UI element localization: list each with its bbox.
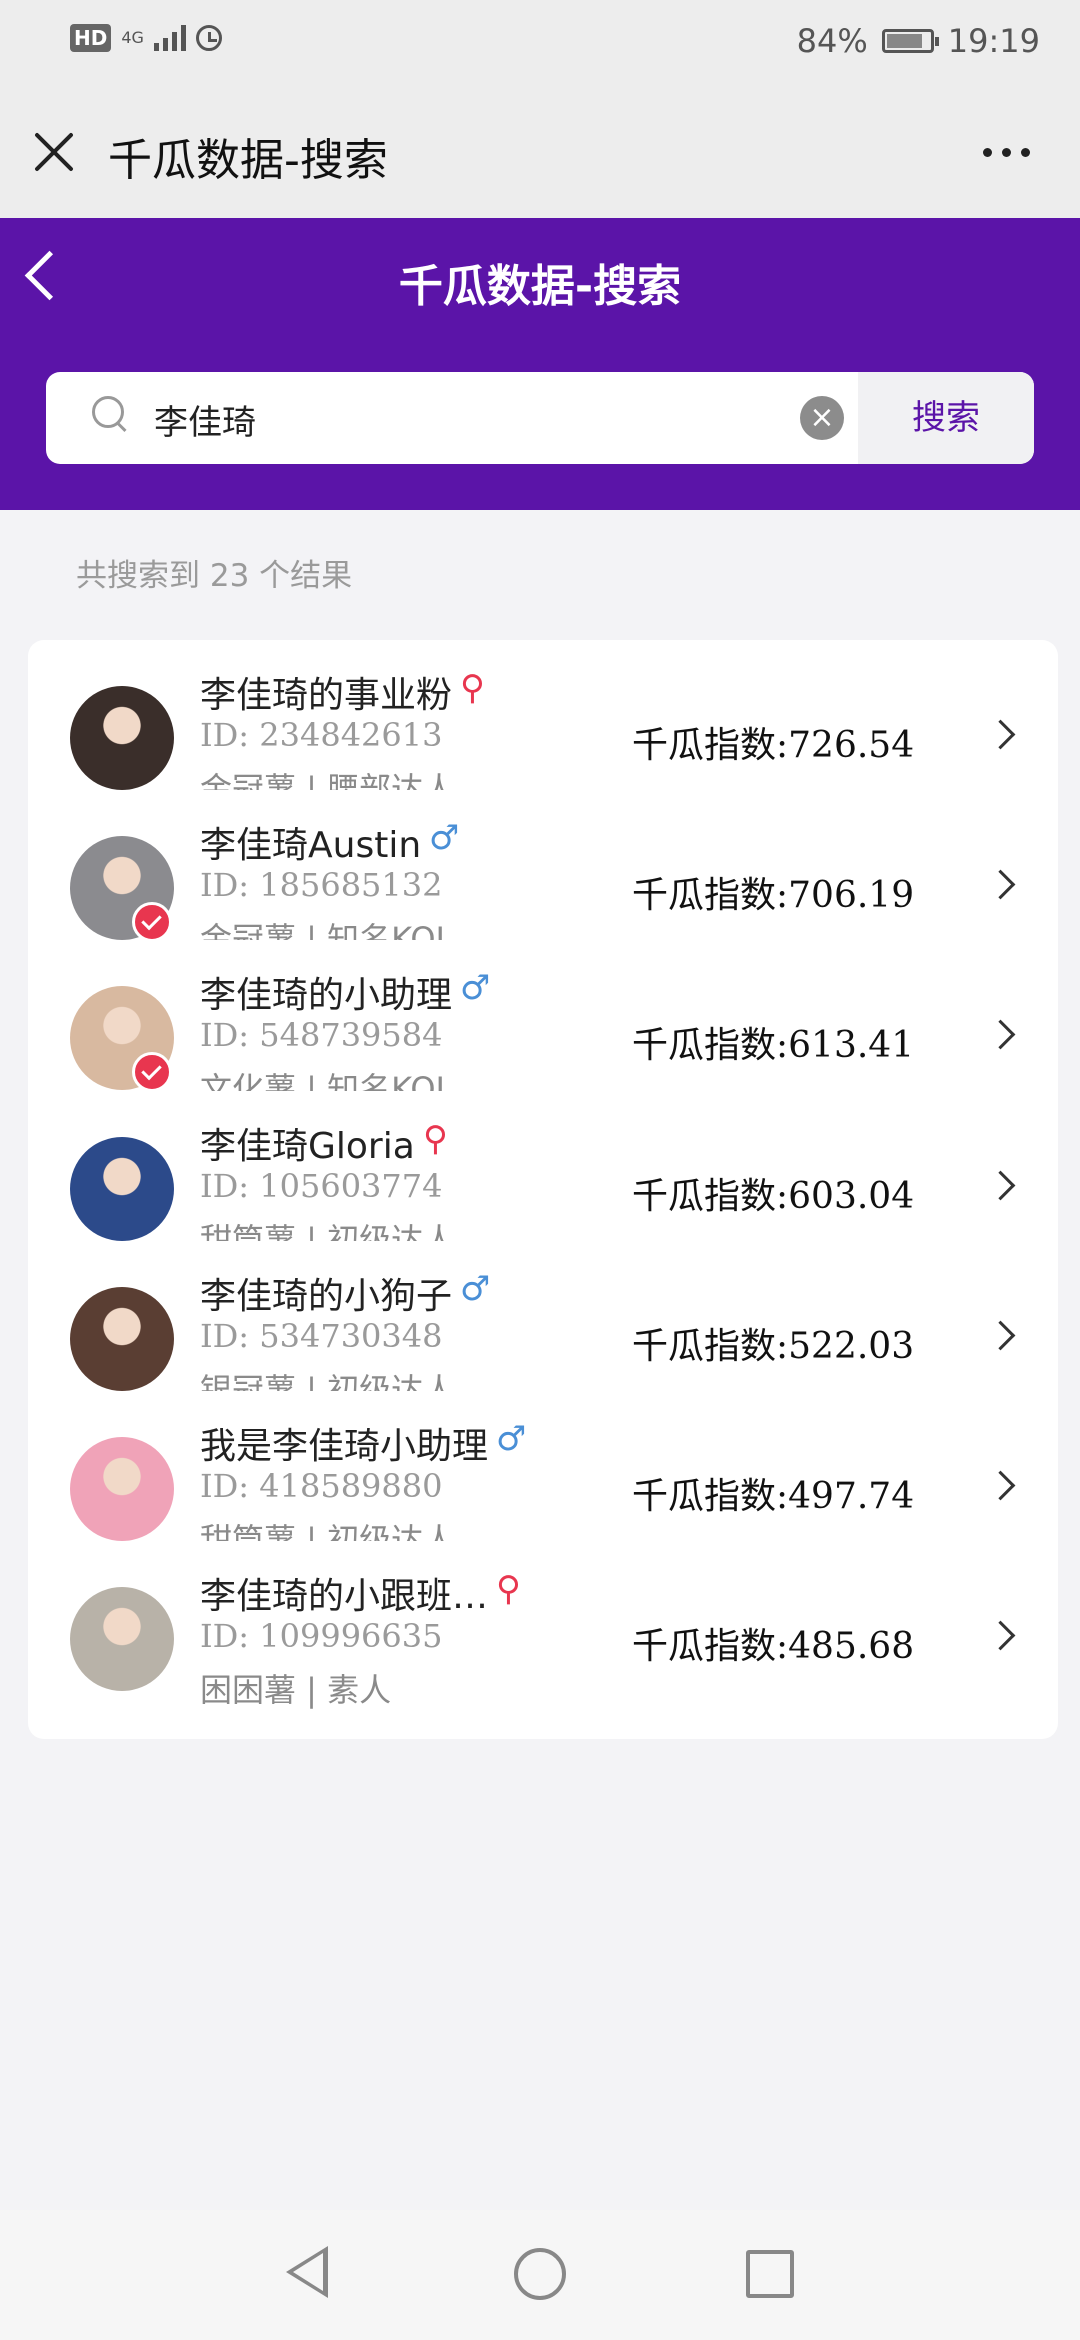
qiangua-index: 千瓜指数:603.04 bbox=[632, 1176, 915, 1217]
page-header: 千瓜数据-搜索 bbox=[0, 218, 1080, 346]
nav-recents-icon[interactable] bbox=[746, 2250, 794, 2298]
alarm-icon bbox=[195, 25, 222, 51]
result-name: 李佳琦Gloria bbox=[200, 1126, 415, 1167]
search-icon bbox=[92, 396, 127, 433]
hd-icon: HD bbox=[70, 24, 112, 52]
avatar bbox=[70, 1587, 174, 1691]
avatar bbox=[70, 1287, 174, 1391]
result-id: ID: 418589880 bbox=[200, 1467, 443, 1505]
status-left: HD 4G bbox=[70, 24, 222, 52]
battery-icon bbox=[881, 29, 939, 53]
result-id: ID: 105603774 bbox=[200, 1167, 443, 1205]
result-tags: 困困薯 | 素人 bbox=[200, 1671, 392, 1709]
chevron-right-icon bbox=[985, 869, 1016, 900]
chevron-right-icon bbox=[985, 1019, 1016, 1050]
search-input[interactable] bbox=[152, 392, 716, 446]
female-icon: ⚲ bbox=[460, 668, 485, 708]
chevron-right-icon bbox=[985, 1620, 1016, 1651]
qiangua-index: 千瓜指数:706.19 bbox=[632, 875, 915, 916]
nav-home-icon[interactable] bbox=[514, 2248, 566, 2300]
clock: 19:19 bbox=[947, 22, 1040, 60]
verified-badge-icon bbox=[132, 1052, 172, 1092]
result-id: ID: 234842613 bbox=[200, 716, 443, 754]
result-name: 我是李佳琦小助理 bbox=[200, 1426, 489, 1467]
male-icon: ♂ bbox=[496, 1419, 527, 1459]
result-name: 李佳琦的小助理 bbox=[200, 975, 453, 1016]
result-name: 李佳琦的事业粉 bbox=[200, 675, 453, 716]
avatar bbox=[70, 1437, 174, 1541]
qiangua-index: 千瓜指数:485.68 bbox=[632, 1626, 915, 1667]
avatar bbox=[70, 1137, 174, 1241]
result-card[interactable]: 李佳琦的小跟班… ⚲ ID: 109996635 困困薯 | 素人 千瓜指数:485.6… bbox=[28, 1541, 1058, 1739]
status-bar: HD 4G 84% 19:19 bbox=[0, 0, 1080, 90]
qiangua-index: 千瓜指数:497.74 bbox=[632, 1476, 915, 1517]
nav-back-icon[interactable] bbox=[286, 2246, 328, 2298]
verified-badge-icon bbox=[132, 902, 172, 942]
chevron-right-icon bbox=[985, 1170, 1016, 1201]
result-id: ID: 109996635 bbox=[200, 1617, 443, 1655]
chevron-right-icon bbox=[985, 1470, 1016, 1501]
results-area: 共搜索到 23 个结果 李佳琦的事业粉 ⚲ ID: 234842613 金冠薯 | 腰… bbox=[0, 510, 1080, 2210]
result-name: 李佳琦Austin bbox=[200, 825, 422, 866]
wechat-title-bar: 千瓜数据-搜索 bbox=[0, 90, 1080, 218]
search-box: × 搜索 bbox=[46, 372, 1034, 464]
search-band: × 搜索 bbox=[0, 346, 1080, 510]
male-icon: ♂ bbox=[429, 818, 460, 858]
female-icon: ⚲ bbox=[496, 1569, 521, 1609]
page-title: 千瓜数据-搜索 bbox=[398, 261, 682, 312]
chevron-right-icon bbox=[985, 719, 1016, 750]
qiangua-index: 千瓜指数:613.41 bbox=[632, 1025, 915, 1066]
male-icon: ♂ bbox=[460, 1269, 491, 1309]
result-id: ID: 548739584 bbox=[200, 1016, 443, 1054]
result-id: ID: 534730348 bbox=[200, 1317, 443, 1355]
qiangua-index: 千瓜指数:726.54 bbox=[632, 725, 915, 766]
battery-percent: 84% bbox=[796, 22, 868, 60]
status-right: 84% 19:19 bbox=[797, 22, 1040, 60]
clear-icon[interactable]: × bbox=[800, 396, 844, 440]
search-button[interactable]: 搜索 bbox=[858, 372, 1034, 464]
result-id: ID: 185685132 bbox=[200, 866, 443, 904]
chevron-right-icon bbox=[985, 1320, 1016, 1351]
wechat-title: 千瓜数据-搜索 bbox=[108, 135, 388, 186]
qiangua-index: 千瓜指数:522.03 bbox=[632, 1326, 915, 1367]
close-icon[interactable] bbox=[30, 128, 78, 176]
network-label: 4G bbox=[121, 28, 144, 47]
result-name: 李佳琦的小跟班… bbox=[200, 1576, 489, 1617]
avatar bbox=[70, 686, 174, 790]
result-count: 共搜索到 23 个结果 bbox=[76, 558, 353, 594]
signal-icon bbox=[153, 25, 186, 51]
more-icon[interactable] bbox=[983, 148, 1030, 157]
system-nav-bar bbox=[0, 2210, 1080, 2340]
result-name: 李佳琦的小狗子 bbox=[200, 1276, 453, 1317]
female-icon: ⚲ bbox=[423, 1119, 448, 1159]
male-icon: ♂ bbox=[460, 968, 491, 1008]
